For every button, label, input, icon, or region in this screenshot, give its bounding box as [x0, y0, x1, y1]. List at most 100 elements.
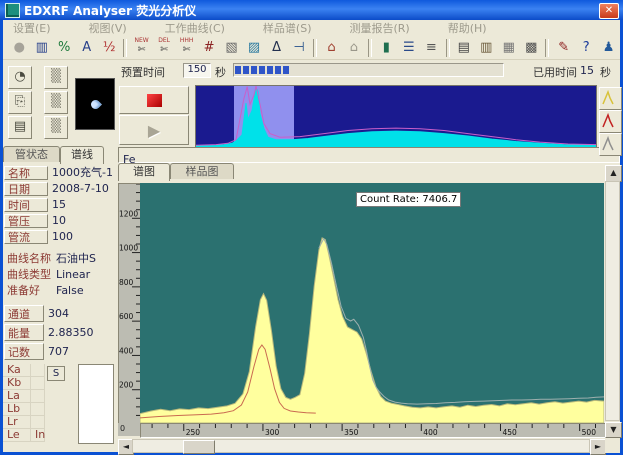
fraction-icon[interactable]: ½: [98, 36, 120, 59]
menu-item-sample-spectrum[interactable]: 样品谱(S): [263, 20, 312, 36]
field-value: 2008-7-10: [52, 182, 109, 196]
elapsed-time-label: 已用时间: [533, 64, 577, 80]
person-icon-glyph: ♟: [603, 41, 615, 54]
field-value: 304: [48, 305, 69, 322]
person-icon[interactable]: ♟: [597, 36, 619, 59]
help-cursor-icon[interactable]: ?: [575, 36, 597, 59]
home-import-icon[interactable]: ⌂: [320, 36, 342, 59]
region-select-icon[interactable]: ▧: [220, 36, 242, 59]
close-button[interactable]: ✕: [599, 3, 619, 19]
chart-image-icon-glyph: ▨: [248, 41, 260, 54]
calculator-icon[interactable]: ▩: [520, 36, 542, 59]
menu-item-work-curve[interactable]: 工作曲线(C): [165, 20, 225, 36]
play-icon: ▶: [148, 121, 160, 140]
tab-tube-status[interactable]: 管状态: [3, 146, 60, 162]
grid-icon[interactable]: #: [198, 36, 220, 59]
page-setup-icon[interactable]: ▦: [498, 36, 520, 59]
tab-spectrum-view[interactable]: 谱图: [118, 163, 170, 181]
home-export-icon-glyph: ⌂: [350, 41, 358, 54]
field-value: 707: [48, 343, 69, 360]
spectrum-chart[interactable]: [140, 183, 604, 423]
list-detail-icon-glyph: ☰: [403, 41, 415, 54]
form-icon[interactable]: ▤: [8, 116, 32, 139]
field-value: 2.88350: [48, 324, 94, 341]
menu-item-measure-report[interactable]: 测量报告(R): [350, 20, 410, 36]
preset-time-label: 预置时间: [121, 64, 165, 80]
delta-icon[interactable]: Δ: [265, 36, 287, 59]
home-export-icon[interactable]: ⌂: [343, 36, 365, 59]
horizontal-scrollbar-thumb[interactable]: [183, 440, 215, 454]
disabled-tool-1: ▒: [44, 66, 68, 89]
menu-item-settings[interactable]: 设置(E): [13, 20, 51, 36]
line-value: In: [31, 429, 45, 442]
copy-icon[interactable]: ⎘: [8, 91, 32, 114]
curve-edit-icon[interactable]: HHH✄: [175, 36, 197, 59]
list-dots-icon[interactable]: ≡: [420, 36, 442, 59]
field-label: 曲线名称: [4, 252, 52, 266]
fraction-icon-glyph: ½: [103, 41, 116, 54]
vertical-scrollbar-track[interactable]: [605, 181, 620, 421]
scrollbar-corner: [605, 439, 620, 453]
list-detail-icon[interactable]: ☰: [398, 36, 420, 59]
svg-text:350: 350: [344, 428, 359, 437]
horizontal-scrollbar-track[interactable]: [132, 439, 590, 453]
line-value: [31, 377, 45, 390]
book-pen-icon[interactable]: ✎: [552, 36, 574, 59]
app-window: EDXRF Analyser 荧光分析仪 ✕ 设置(E) 视图(V) 工作曲线(C)…: [0, 0, 623, 455]
title-bar[interactable]: EDXRF Analyser 荧光分析仪: [0, 0, 623, 20]
acquisition-preview-chart[interactable]: [195, 85, 597, 148]
svg-text:250: 250: [186, 428, 201, 437]
database-icon-glyph: ▮: [383, 41, 390, 54]
help-cursor-icon-glyph: ?: [583, 41, 590, 54]
scroll-right-button[interactable]: ►: [590, 439, 606, 455]
count-rate-annotation: Count Rate: 7406.7: [356, 192, 461, 207]
curve-new-icon[interactable]: NEW✄: [130, 36, 152, 59]
peak-grey-button[interactable]: [599, 133, 622, 156]
scroll-down-button[interactable]: ▼: [605, 422, 622, 438]
elapsed-time-unit: 秒: [600, 64, 611, 80]
tab-spectral-line[interactable]: 谱线: [60, 146, 104, 164]
menu-item-help[interactable]: 帮助(H): [448, 20, 487, 36]
print-preview-icon-glyph: ▥: [480, 41, 492, 54]
curve-del-icon[interactable]: DEL✄: [153, 36, 175, 59]
svg-text:200: 200: [119, 381, 134, 390]
toolbar-separator: [368, 39, 372, 57]
print-preview-icon[interactable]: ▥: [475, 36, 497, 59]
database-icon[interactable]: ▮: [375, 36, 397, 59]
field-label: 曲线类型: [4, 268, 52, 282]
selected-element-cell[interactable]: S: [47, 366, 65, 381]
home-import-icon-glyph: ⌂: [327, 41, 335, 54]
percent-icon[interactable]: %: [53, 36, 75, 59]
peak-yellow-button[interactable]: [599, 87, 622, 110]
preset-time-value: 150: [183, 63, 211, 78]
field-label: 通道: [4, 305, 44, 322]
scroll-up-button[interactable]: ▲: [605, 165, 622, 182]
clock-icon[interactable]: ◔: [8, 66, 32, 89]
field-label: 管流: [4, 230, 48, 244]
print-icon[interactable]: ▤: [453, 36, 475, 59]
tab-sample-view[interactable]: 样品图: [170, 163, 234, 179]
app-icon: [5, 3, 20, 18]
progress-segment: [259, 66, 265, 74]
font-scale-icon[interactable]: A: [75, 36, 97, 59]
peak-red-button[interactable]: [599, 110, 622, 133]
field-value: 15: [52, 198, 66, 212]
toolbar-separator: [446, 39, 450, 57]
tag-icon[interactable]: ⊣: [288, 36, 310, 59]
chart-image-icon[interactable]: ▨: [243, 36, 265, 59]
x-axis-ruler: 250300350400450500: [140, 423, 606, 438]
menu-item-view[interactable]: 视图(V): [89, 20, 127, 36]
field-value: 100: [52, 230, 73, 244]
svg-text:400: 400: [119, 346, 134, 355]
record-icon[interactable]: ●: [8, 36, 30, 59]
svg-text:600: 600: [119, 312, 134, 321]
svg-text:1200: 1200: [119, 209, 138, 218]
play-button[interactable]: ▶: [119, 115, 189, 145]
element-list-panel[interactable]: [78, 364, 114, 444]
acquisition-progress-bar: [233, 63, 504, 77]
svg-text:450: 450: [502, 428, 517, 437]
stop-button[interactable]: [119, 86, 189, 114]
curve-new-icon-glyph: ✄: [138, 44, 146, 57]
line-row[interactable]: LeIn: [3, 429, 45, 442]
notebook-icon[interactable]: ▥: [30, 36, 52, 59]
